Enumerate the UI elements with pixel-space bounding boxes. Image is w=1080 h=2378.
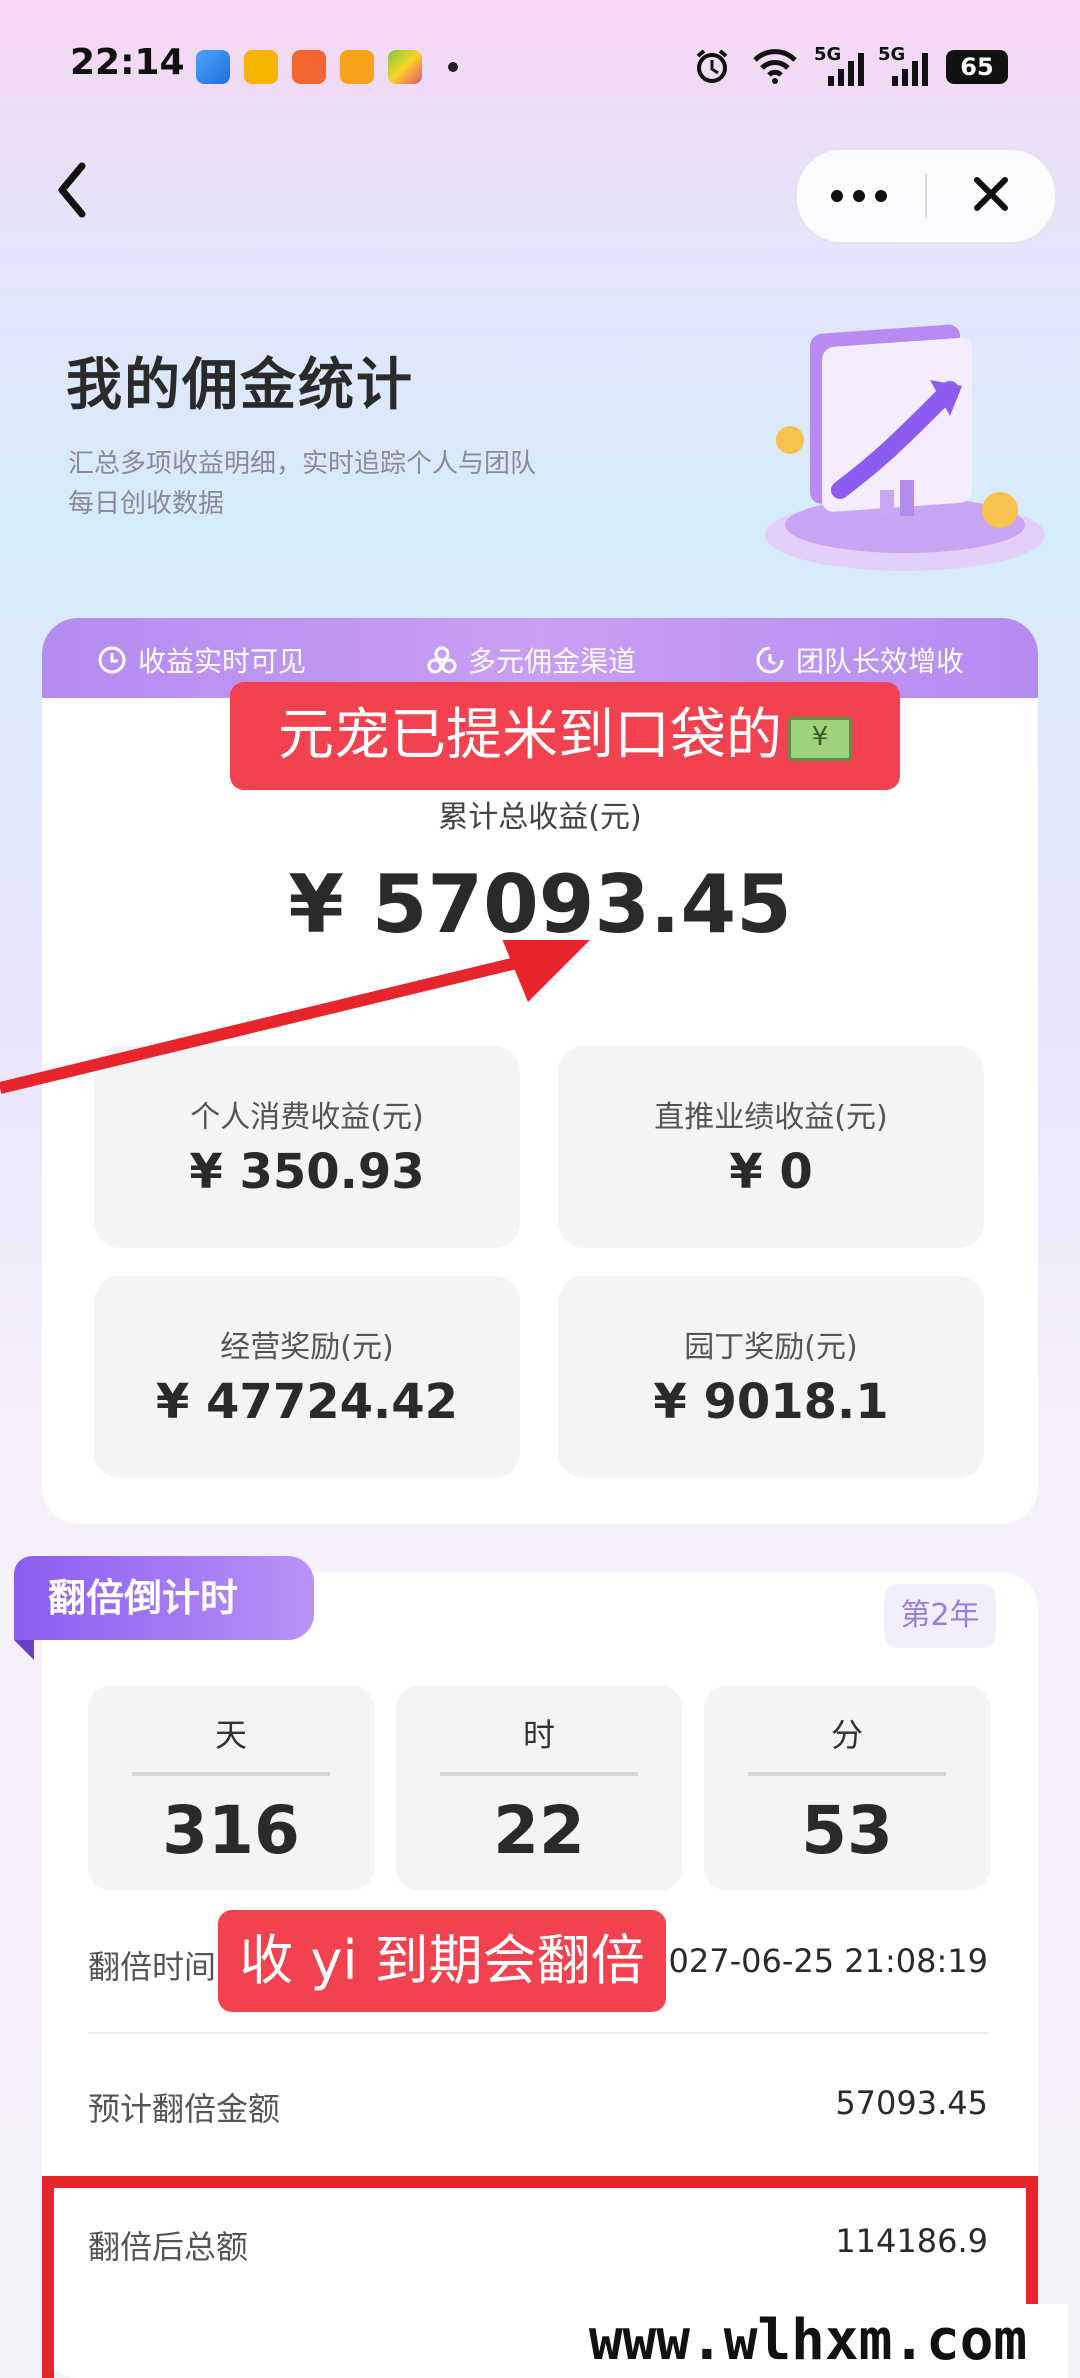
tag-fold: [14, 1640, 34, 1660]
feature-item: 收益实时可见: [96, 640, 306, 680]
feature-label: 收益实时可见: [138, 645, 307, 678]
signal-icon: [892, 53, 928, 86]
app-notification-icon: [196, 50, 230, 84]
overlay-banner: 元宠已提米到口袋的: [230, 682, 900, 790]
feature-item: 团队长效增收: [754, 640, 964, 680]
subtitle-line: 汇总多项收益明细，实时追踪个人与团队: [68, 449, 537, 479]
divider: [132, 1772, 330, 1776]
page-subtitle: 汇总多项收益明细，实时追踪个人与团队 每日创收数据: [68, 444, 588, 524]
earnings-tile: 经营奖励(元) ¥ 47724.42: [94, 1276, 520, 1478]
countdown-minutes: 分 53: [704, 1686, 990, 1890]
tile-label: 直推业绩收益(元): [654, 1100, 888, 1135]
calendar-growth-illustration: [765, 324, 1045, 571]
countdown-unit: 分: [830, 1716, 863, 1754]
countdown-hours: 时 22: [396, 1686, 682, 1890]
watermark: www.wlhxm.com: [548, 2304, 1068, 2378]
money-icon: [788, 716, 852, 761]
tile-value: ¥ 47724.42: [155, 1374, 459, 1430]
page-title: 我的佣金统计: [66, 353, 414, 418]
subtitle-line: 每日创收数据: [68, 489, 225, 519]
divider: [748, 1772, 946, 1776]
overlay-banner: 收 yi 到期会翻倍: [218, 1910, 666, 2012]
back-icon[interactable]: [52, 160, 92, 220]
tile-label: 园丁奖励(元): [684, 1330, 858, 1365]
countdown-unit: 天: [214, 1716, 247, 1754]
alarm-icon: [696, 49, 728, 83]
coins-icon: [427, 646, 457, 674]
estimated-double-value: 57093.45: [835, 2084, 988, 2122]
timer-icon: [756, 646, 784, 674]
tile-value: ¥ 0: [729, 1144, 813, 1200]
countdown-value: 316: [162, 1792, 300, 1869]
divider: [440, 1772, 638, 1776]
overlay-banner-text: 元宠已提米到口袋的: [278, 703, 782, 768]
status-bar: 22:14 5G 5G 65: [0, 0, 1080, 130]
capsule-divider: [925, 174, 927, 218]
wifi-icon: [753, 49, 797, 84]
app-notification-icon: [388, 50, 422, 84]
tile-label: 经营奖励(元): [220, 1330, 394, 1365]
divider: [88, 2032, 988, 2034]
close-icon[interactable]: [971, 174, 1011, 214]
countdown-value: 53: [801, 1792, 893, 1869]
total-earnings-label: 累计总收益(元): [438, 800, 642, 835]
double-time-label: 翻倍时间: [88, 1948, 217, 1986]
countdown-value: 22: [493, 1792, 585, 1869]
app-notification-icon: [244, 50, 278, 84]
red-arrow-annotation: [0, 940, 590, 1094]
battery-indicator: 65: [946, 50, 1008, 84]
estimated-double-label: 预计翻倍金额: [88, 2090, 281, 2128]
feature-label: 多元佣金渠道: [468, 645, 637, 678]
signal-icon: [828, 53, 864, 86]
year-badge: 第2年: [884, 1584, 996, 1648]
countdown-tag: 翻倍倒计时: [14, 1556, 314, 1640]
clock-icon: [98, 646, 126, 674]
earnings-tile: 园丁奖励(元) ¥ 9018.1: [558, 1276, 984, 1478]
mini-program-capsule: [795, 148, 1057, 244]
earnings-tile: 直推业绩收益(元) ¥ 0: [558, 1046, 984, 1248]
feature-label: 团队长效增收: [796, 645, 965, 678]
countdown-days: 天 316: [88, 1686, 374, 1890]
countdown-unit: 时: [522, 1716, 555, 1754]
app-notification-icon: [292, 50, 326, 84]
app-notification-icon: [340, 50, 374, 84]
status-time: 22:14: [70, 42, 185, 83]
feature-item: 多元佣金渠道: [426, 640, 636, 680]
more-notifications-dot: [448, 62, 458, 72]
tile-value: ¥ 9018.1: [653, 1374, 889, 1430]
more-icon[interactable]: [827, 178, 891, 214]
total-earnings-value: ¥ 57093.45: [288, 858, 792, 951]
tile-value: ¥ 350.93: [189, 1144, 425, 1200]
